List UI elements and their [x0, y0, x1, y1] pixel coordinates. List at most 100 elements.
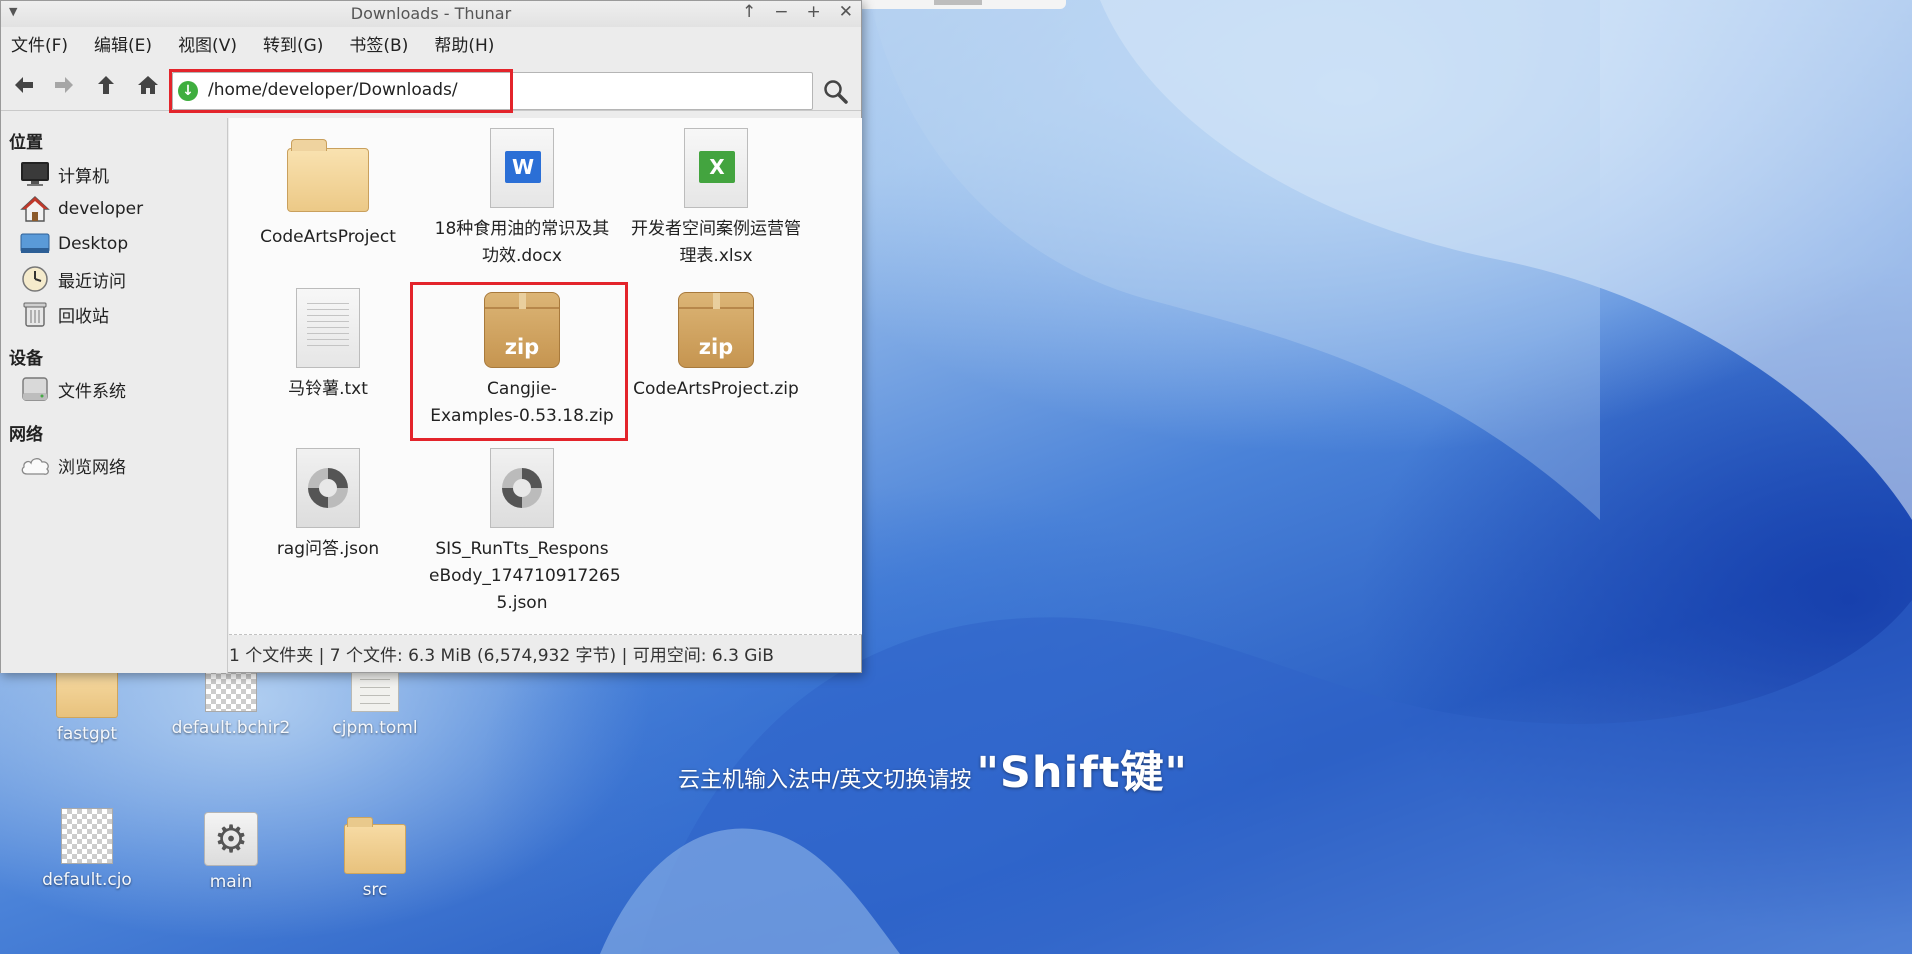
sidebar-item-label: 文件系统 [58, 381, 126, 402]
title-bar[interactable]: ▼ Downloads - Thunar ↑ − + ✕ [1, 1, 861, 27]
file-name-line: 18种食用油的常识及其 [434, 219, 610, 239]
top-panel-remnant [848, 0, 1066, 9]
ime-switch-hint: 云主机输入法中/英文切换请按 "Shift键" [678, 738, 1188, 800]
desktop-icon-label: cjpm.toml [332, 718, 418, 738]
desktop-icon [19, 229, 51, 259]
back-button[interactable] [9, 72, 39, 98]
ime-hint-prefix: 云主机输入法中/英文切换请按 [678, 768, 972, 793]
clock-icon [19, 264, 51, 294]
desktop-icon-default-cjo[interactable]: default.cjo [12, 808, 162, 890]
home-icon [138, 76, 158, 94]
file-manager-window: ▼ Downloads - Thunar ↑ − + ✕ 文件(F) 编辑(E)… [0, 0, 862, 673]
file-name: 马铃薯.txt [288, 379, 368, 399]
desktop-icon-label: default.bchir2 [171, 718, 291, 738]
sidebar: 位置 计算机 developer Desktop 最近访问 回收站 设备 文件系… [1, 118, 228, 673]
menu-help[interactable]: 帮助(H) [434, 31, 494, 56]
desktop-icon-main[interactable]: ⚙ main [156, 812, 306, 892]
sidebar-item-label: 回收站 [58, 306, 109, 327]
desktop-icon-cjpm-toml[interactable]: cjpm.toml [300, 668, 450, 738]
file-item[interactable]: W 18种食用油的常识及其 功效.docx [429, 128, 615, 270]
sidebar-item-filesystem[interactable]: 文件系统 [19, 374, 126, 404]
search-icon [824, 80, 848, 104]
file-item[interactable]: CodeArtsProject [235, 128, 421, 251]
file-name-line: 5.json [496, 593, 548, 613]
sidebar-item-trash[interactable]: 回收站 [19, 299, 109, 329]
window-title: Downloads - Thunar [350, 4, 512, 23]
sidebar-item-label: 浏览网络 [58, 457, 126, 478]
file-name-line: 理表.xlsx [679, 246, 753, 266]
file-item[interactable]: rag问答.json [235, 448, 421, 563]
sidebar-item-label: developer [58, 199, 144, 219]
arrow-right-icon [55, 77, 73, 93]
file-name-line: 功效.docx [481, 246, 562, 266]
sidebar-item-label: Desktop [58, 234, 129, 254]
folder-icon [287, 139, 369, 212]
file-item[interactable]: SIS_RunTts_Respons eBody_174710917265 5.… [429, 448, 621, 617]
file-item[interactable]: X 开发者空间案例运营管 理表.xlsx [623, 128, 809, 270]
desktop-icon-label: main [209, 872, 253, 892]
menu-go[interactable]: 转到(G) [263, 31, 323, 56]
sidebar-heading-places: 位置 [9, 133, 43, 153]
desktop-icon-default-bchir2[interactable]: default.bchir2 [156, 668, 306, 738]
text-file-icon [296, 288, 360, 368]
home-button[interactable] [133, 72, 163, 98]
file-name-line: eBody_174710917265 [429, 566, 621, 586]
sidebar-item-developer[interactable]: developer [19, 194, 143, 224]
desktop-icon-src[interactable]: src [300, 817, 450, 900]
file-name: CodeArtsProject.zip [633, 379, 799, 399]
archive-icon: zip [678, 292, 754, 368]
folder-icon [56, 661, 118, 718]
folder-icon [344, 817, 406, 874]
sidebar-item-browse-network[interactable]: 浏览网络 [19, 450, 126, 480]
file-name-line: 开发者空间案例运营管 [631, 219, 801, 239]
sidebar-item-label: 最近访问 [58, 271, 126, 292]
sidebar-heading-network: 网络 [9, 425, 43, 445]
file-item[interactable]: zip CodeArtsProject.zip [623, 288, 809, 403]
status-bar: 1 个文件夹 | 7 个文件: 6.3 MiB (6,574,932 字节) |… [229, 646, 774, 666]
drive-icon [19, 374, 51, 404]
maximize-button[interactable]: + [807, 2, 821, 22]
menu-bar: 文件(F) 编辑(E) 视图(V) 转到(G) 书签(B) 帮助(H) [1, 27, 861, 59]
file-name: CodeArtsProject [260, 227, 396, 247]
forward-button[interactable] [49, 72, 79, 98]
sidebar-item-label: 计算机 [58, 166, 109, 187]
cloud-icon [19, 450, 51, 480]
json-file-icon [490, 448, 554, 528]
desktop-icon-label: default.cjo [42, 870, 132, 890]
sidebar-item-desktop[interactable]: Desktop [19, 229, 128, 259]
file-highlight-box [410, 282, 628, 441]
text-file-icon [351, 668, 399, 712]
menu-bookmarks[interactable]: 书签(B) [349, 31, 408, 56]
keep-above-button[interactable]: ↑ [742, 2, 756, 22]
file-item[interactable]: 马铃薯.txt [235, 288, 421, 403]
file-name-line: SIS_RunTts_Respons [435, 539, 609, 559]
location-highlight-box [169, 69, 513, 113]
file-name: rag问答.json [276, 539, 380, 559]
arrow-up-icon [98, 76, 114, 94]
desktop-icon-fastgpt[interactable]: fastgpt [12, 661, 162, 744]
executable-icon: ⚙ [204, 812, 258, 866]
desktop-icon-label: src [362, 880, 388, 900]
ime-hint-key: "Shift键" [976, 748, 1188, 798]
monitor-icon [19, 159, 51, 189]
arrow-left-icon [15, 77, 33, 93]
search-button[interactable] [821, 77, 851, 107]
home-icon [19, 194, 51, 224]
sidebar-heading-devices: 设备 [9, 349, 43, 369]
minimize-button[interactable]: − [774, 2, 788, 22]
menu-edit[interactable]: 编辑(E) [94, 31, 152, 56]
file-view[interactable]: CodeArtsProject W 18种食用油的常识及其 功效.docx X … [229, 118, 862, 635]
menu-file[interactable]: 文件(F) [11, 31, 68, 56]
binary-file-icon [61, 808, 113, 864]
menu-view[interactable]: 视图(V) [178, 31, 237, 56]
json-file-icon [296, 448, 360, 528]
sidebar-item-computer[interactable]: 计算机 [19, 159, 109, 189]
desktop-icon-label: fastgpt [56, 724, 118, 744]
word-document-icon: W [490, 128, 554, 208]
sidebar-item-recent[interactable]: 最近访问 [19, 264, 126, 294]
close-button[interactable]: ✕ [839, 2, 853, 22]
parent-folder-button[interactable] [91, 72, 121, 98]
trash-icon [19, 299, 51, 329]
binary-file-icon [205, 668, 257, 712]
spreadsheet-icon: X [684, 128, 748, 208]
